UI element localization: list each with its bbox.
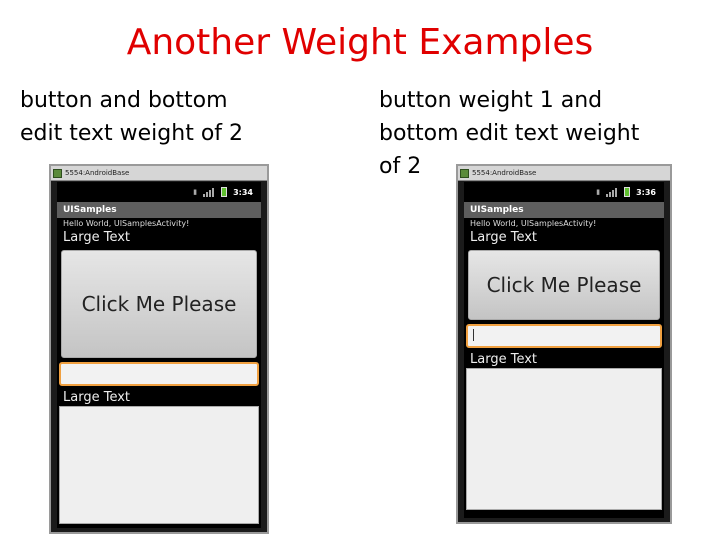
app-title-bar: UISamples bbox=[464, 202, 664, 218]
android-screen: ▮ 3:36 UISamples Hello World, UISamplesA… bbox=[464, 182, 664, 518]
android-screen: ▮ 3:34 UISamples Hello World, UISamplesA… bbox=[57, 182, 261, 528]
text-cursor bbox=[473, 329, 474, 341]
edit-text-field[interactable] bbox=[59, 362, 259, 386]
hello-text: Hello World, UISamplesActivity! bbox=[464, 218, 664, 230]
network-3g-icon: ▮ bbox=[596, 188, 601, 196]
emulator-window-title: 5554:AndroidBase bbox=[472, 169, 537, 177]
status-time: 3:34 bbox=[233, 187, 253, 197]
hello-text: Hello World, UISamplesActivity! bbox=[57, 218, 261, 230]
emulator-app-icon bbox=[53, 168, 62, 178]
bottom-edit-text[interactable] bbox=[59, 406, 259, 524]
large-text-top: Large Text bbox=[464, 230, 664, 246]
emulator-titlebar: 5554:AndroidBase bbox=[458, 166, 670, 181]
status-bar: ▮ 3:36 bbox=[464, 182, 664, 202]
edit-text-field[interactable] bbox=[466, 324, 662, 348]
network-3g-icon: ▮ bbox=[193, 188, 198, 196]
click-me-button[interactable]: Click Me Please bbox=[61, 250, 257, 358]
large-text-bottom: Large Text bbox=[464, 352, 664, 368]
click-me-button[interactable]: Click Me Please bbox=[468, 250, 660, 320]
status-time: 3:36 bbox=[636, 187, 656, 197]
emulator-app-icon bbox=[460, 168, 469, 178]
app-title-bar: UISamples bbox=[57, 202, 261, 218]
battery-icon bbox=[221, 187, 228, 197]
emulator-window-title: 5554:AndroidBase bbox=[65, 169, 130, 177]
signal-icon bbox=[203, 187, 215, 197]
large-text-top: Large Text bbox=[57, 230, 261, 246]
slide-title: Another Weight Examples bbox=[126, 22, 594, 63]
signal-icon bbox=[606, 187, 618, 197]
status-bar: ▮ 3:34 bbox=[57, 182, 261, 202]
right-emulator-screenshot: 5554:AndroidBase ▮ 3:36 UISamples Hello … bbox=[456, 164, 672, 524]
left-emulator-screenshot: 5554:AndroidBase ▮ 3:34 UISamples Hello … bbox=[49, 164, 269, 534]
battery-icon bbox=[624, 187, 631, 197]
large-text-bottom: Large Text bbox=[57, 390, 261, 406]
left-caption: button and bottom edit text weight of 2 bbox=[20, 88, 244, 146]
bottom-edit-text[interactable] bbox=[466, 368, 662, 510]
emulator-titlebar: 5554:AndroidBase bbox=[51, 166, 267, 181]
